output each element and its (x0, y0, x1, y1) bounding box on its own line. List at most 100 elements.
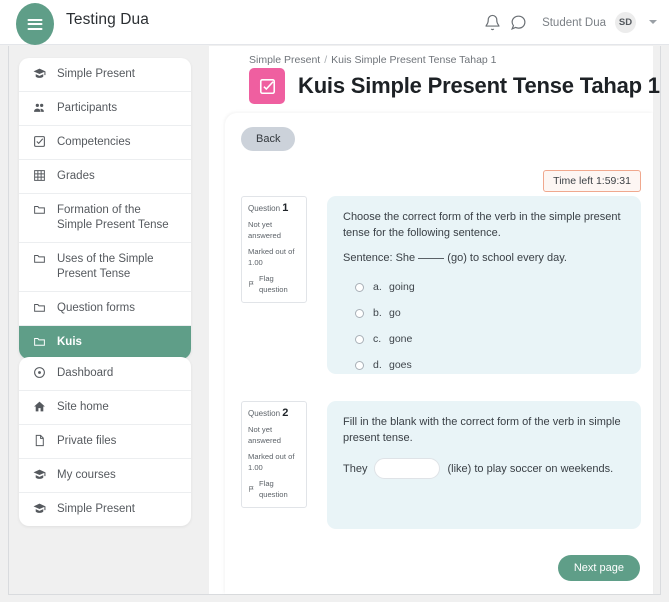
sidebar-item-question-forms[interactable]: Question forms (19, 292, 191, 326)
site-title: Testing Dua (66, 11, 149, 28)
sentence-prefix: Sentence: She (343, 252, 416, 264)
flag-question-label: Flag question (259, 479, 288, 499)
folder-icon (33, 335, 50, 348)
bell-icon[interactable] (484, 14, 501, 31)
option-letter: c. (373, 333, 382, 345)
question-number: 1 (282, 202, 289, 214)
question-state: Not yet answered (248, 425, 281, 445)
dashboard-icon (33, 366, 50, 379)
radio-icon[interactable] (355, 334, 364, 344)
folder-icon (33, 203, 50, 216)
breadcrumb-separator: / (324, 54, 328, 66)
answer-option-a[interactable]: a. going (343, 279, 625, 295)
sidebar-item-uses[interactable]: Uses of the Simple Present Tense (19, 243, 191, 292)
graduation-cap-icon (33, 468, 50, 481)
graduation-cap-icon (33, 67, 50, 80)
chevron-down-icon[interactable] (649, 19, 657, 24)
sidebar-item-label: My courses (57, 469, 116, 481)
folder-icon (33, 301, 50, 314)
breadcrumb-current: Kuis Simple Present Tense Tahap 1 (331, 54, 497, 66)
sidebar-item-label: Kuis (57, 336, 82, 348)
answer-option-b[interactable]: b. go (343, 305, 625, 321)
option-letter: b. (373, 307, 382, 319)
sidebar-item-my-courses[interactable]: My courses (19, 459, 191, 493)
sidebar-item-kuis[interactable]: Kuis (19, 326, 191, 359)
question-text: Fill in the blank with the correct form … (343, 414, 625, 446)
folder-icon (33, 252, 50, 265)
sidebar-item-label: Private files (57, 435, 117, 447)
next-page-button[interactable]: Next page (557, 555, 640, 581)
users-icon (33, 101, 50, 114)
sidebar-item-label: Formation of the Simple Present Tense (57, 204, 169, 231)
user-name: Student Dua (542, 16, 606, 29)
sidebar-item-competencies[interactable]: Competencies (19, 126, 191, 160)
sidebar-item-formation[interactable]: Formation of the Simple Present Tense (19, 194, 191, 243)
sidebar-item-simple-present[interactable]: Simple Present (19, 58, 191, 92)
page-frame: Simple Present Participants Competencies… (8, 46, 661, 595)
sidebar-item-simple-present-course[interactable]: Simple Present (19, 493, 191, 526)
avatar[interactable]: SD (615, 12, 636, 33)
back-button[interactable]: Back (241, 127, 296, 151)
home-icon (33, 400, 50, 413)
sidebar-secondary: Dashboard Site home Private files My cou… (19, 357, 191, 526)
question-block: Question 1 Not yet answered Marked out o… (241, 196, 641, 376)
file-icon (33, 434, 50, 447)
quiz-check-square-icon (249, 68, 285, 104)
answer-option-d[interactable]: d. goes (343, 357, 625, 373)
flag-question-label: Flag question (259, 274, 288, 294)
sidebar-item-label: Competencies (57, 136, 131, 148)
sidebar-item-label: Site home (57, 401, 109, 413)
answer-option-c[interactable]: c. gone (343, 331, 625, 347)
question-number-label: Question (248, 204, 281, 213)
sidebar-item-label: Grades (57, 170, 95, 182)
chat-bubble-icon[interactable] (510, 14, 527, 31)
option-label: gone (389, 333, 413, 345)
sidebar-item-private-files[interactable]: Private files (19, 425, 191, 459)
question-prompt-line1: Fill in the blank with the correct form … (343, 416, 621, 444)
answer-text-input[interactable] (374, 458, 441, 479)
sidebar-item-label: Uses of the Simple Present Tense (57, 253, 154, 280)
option-label: go (389, 307, 401, 319)
sidebar-item-participants[interactable]: Participants (19, 92, 191, 126)
quiz-panel: Back Time left 1:59:31 Question 1 Not ye… (225, 113, 653, 594)
flag-icon (248, 485, 255, 493)
hamburger-bars (27, 16, 43, 32)
check-square-icon (33, 135, 50, 148)
hamburger-icon[interactable] (16, 3, 54, 45)
question-number-row: Question 1 (248, 203, 300, 214)
question-state: Not yet answered (248, 220, 281, 240)
sidebar-item-site-home[interactable]: Site home (19, 391, 191, 425)
sidebar: Simple Present Participants Competencies… (19, 58, 191, 359)
flag-question-button[interactable]: Flag question (248, 273, 300, 295)
sentence-blank (418, 258, 445, 259)
answer-options: a. going b. go c. gone d. goes (343, 279, 625, 373)
top-bar-right: Student Dua SD (484, 0, 657, 45)
fill-suffix: (like) to play soccer on weekends. (447, 462, 614, 475)
sidebar-item-label: Participants (57, 102, 118, 114)
question-marks: Marked out of 1.00 (248, 247, 295, 267)
sidebar-item-dashboard[interactable]: Dashboard (19, 357, 191, 391)
table-grid-icon (33, 169, 50, 182)
question-body: Choose the correct form of the verb in t… (327, 196, 641, 374)
fill-prefix: They (343, 462, 368, 475)
page-title: Kuis Simple Present Tense Tahap 1 (298, 73, 660, 98)
breadcrumb-parent[interactable]: Simple Present (249, 54, 320, 66)
radio-icon[interactable] (355, 360, 364, 370)
sidebar-item-grades[interactable]: Grades (19, 160, 191, 194)
flag-icon (248, 280, 255, 288)
question-marks: Marked out of 1.00 (248, 452, 295, 472)
question-text: Choose the correct form of the verb in t… (343, 209, 625, 266)
flag-question-button[interactable]: Flag question (248, 478, 300, 500)
radio-icon[interactable] (355, 308, 364, 318)
option-label: going (389, 281, 415, 293)
app-root: Testing Dua Student Dua SD Simple Presen… (0, 0, 669, 602)
breadcrumb: Simple Present / Kuis Simple Present Tense… (249, 54, 497, 66)
question-block: Question 2 Not yet answered Marked out o… (241, 401, 641, 546)
option-label: goes (389, 359, 412, 371)
question-info-panel: Question 2 Not yet answered Marked out o… (241, 401, 307, 508)
radio-icon[interactable] (355, 282, 364, 292)
question-info-panel: Question 1 Not yet answered Marked out o… (241, 196, 307, 303)
option-letter: d. (373, 359, 382, 371)
main-content: Simple Present / Kuis Simple Present Tense… (209, 46, 660, 594)
top-bar: Testing Dua Student Dua SD (0, 0, 669, 45)
